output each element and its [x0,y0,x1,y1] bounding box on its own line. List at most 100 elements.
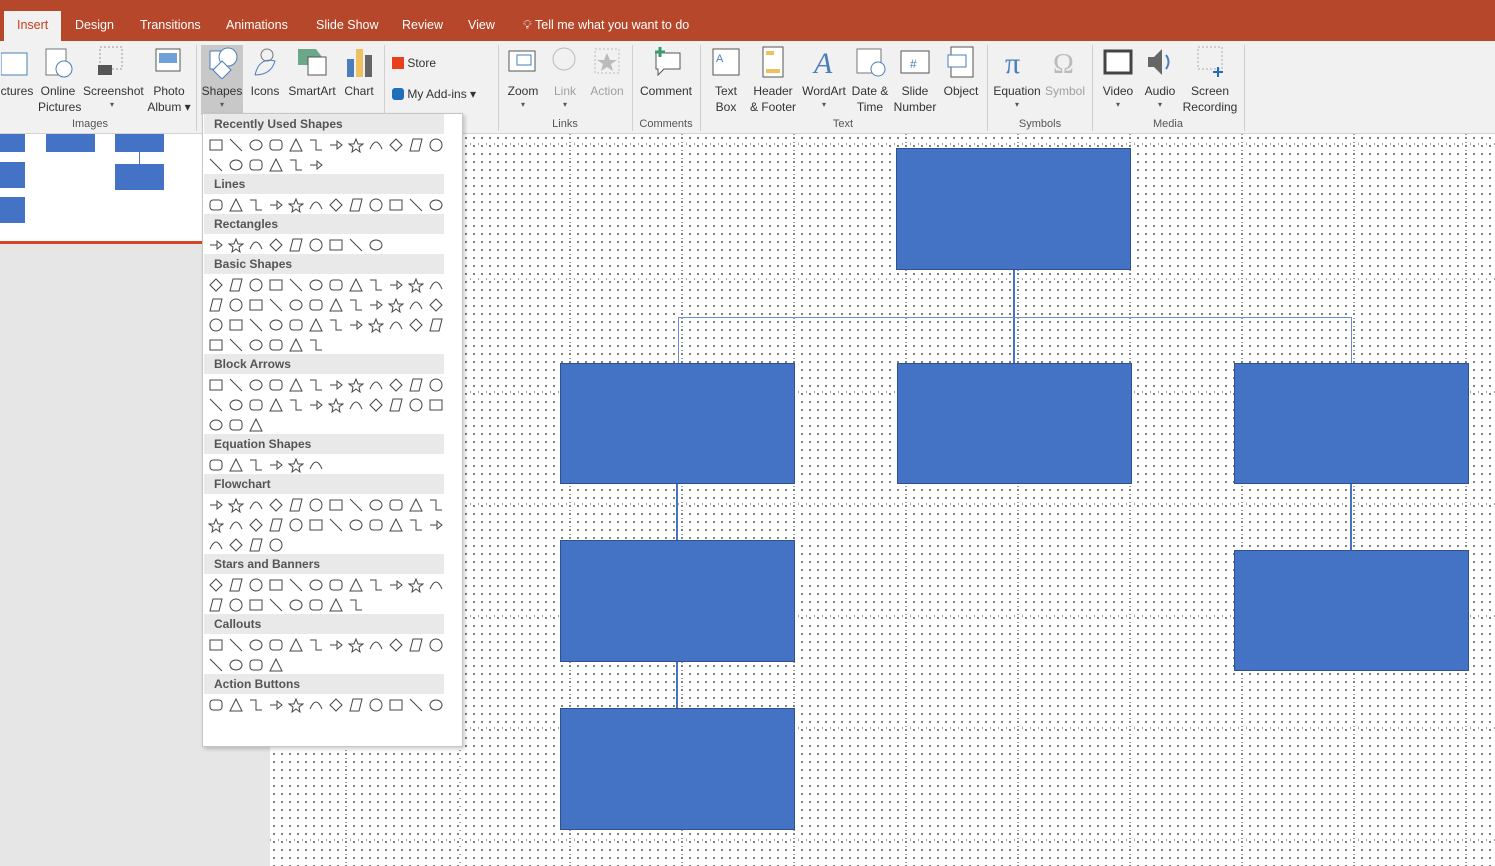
shape-icon[interactable] [366,375,386,395]
audio-button[interactable]: Audio ▾ [1140,45,1180,111]
shape-icon[interactable] [406,495,426,515]
shape-icon[interactable] [206,535,226,555]
shape-icon[interactable] [226,455,246,475]
shape-icon[interactable] [366,295,386,315]
shape-icon[interactable] [246,315,266,335]
shape-icon[interactable] [226,135,246,155]
shape-icon[interactable] [286,495,306,515]
action-button[interactable]: Action [587,45,627,99]
shape-icon[interactable] [246,595,266,615]
shape-icon[interactable] [286,275,306,295]
tab-review[interactable]: Review [389,11,456,41]
shape-icon[interactable] [386,395,406,415]
shape-icon[interactable] [346,695,366,715]
shape-icon[interactable] [246,155,266,175]
shape-icon[interactable] [346,235,366,255]
shape-icon[interactable] [306,275,326,295]
shape-icon[interactable] [266,515,286,535]
shape-icon[interactable] [246,195,266,215]
shape-icon[interactable] [206,455,226,475]
shape-icon[interactable] [266,275,286,295]
shape-icon[interactable] [206,295,226,315]
video-button[interactable]: Video ▾ [1098,45,1138,111]
tab-design[interactable]: Design [62,11,127,41]
connector-line[interactable] [676,662,678,708]
shape-icon[interactable] [206,155,226,175]
shape-icon[interactable] [306,235,326,255]
tab-animations[interactable]: Animations [213,11,301,41]
shape-icon[interactable] [386,635,406,655]
shape-icon[interactable] [426,375,446,395]
shape-icon[interactable] [326,315,346,335]
shape-icon[interactable] [226,275,246,295]
shape-icon[interactable] [386,695,406,715]
org-box-right[interactable] [1234,363,1469,484]
shape-icon[interactable] [286,575,306,595]
shape-icon[interactable] [366,695,386,715]
shape-icon[interactable] [306,375,326,395]
shape-icon[interactable] [286,335,306,355]
icons-button[interactable]: Icons [248,45,282,99]
shape-icon[interactable] [386,295,406,315]
shape-icon[interactable] [286,635,306,655]
shape-icon[interactable] [246,235,266,255]
shape-icon[interactable] [426,515,446,535]
chart-button[interactable]: Chart [342,45,376,99]
shape-icon[interactable] [306,135,326,155]
tab-insert[interactable]: Insert [4,11,62,41]
shape-icon[interactable] [226,155,246,175]
shape-icon[interactable] [406,375,426,395]
shape-icon[interactable] [226,395,246,415]
shape-icon[interactable] [326,635,346,655]
shape-icon[interactable] [226,335,246,355]
shape-icon[interactable] [226,535,246,555]
shape-icon[interactable] [286,395,306,415]
shape-icon[interactable] [406,295,426,315]
shape-icon[interactable] [326,375,346,395]
shape-icon[interactable] [226,635,246,655]
shape-icon[interactable] [306,395,326,415]
shape-icon[interactable] [246,415,266,435]
shape-icon[interactable] [326,275,346,295]
my-addins-button[interactable]: My Add-ins ▾ [392,86,476,102]
shape-icon[interactable] [426,135,446,155]
shape-icon[interactable] [226,315,246,335]
shape-icon[interactable] [306,635,326,655]
link-button[interactable]: Link ▾ [548,45,582,111]
shape-icon[interactable] [306,155,326,175]
shape-icon[interactable] [406,315,426,335]
shape-icon[interactable] [226,295,246,315]
shape-icon[interactable] [386,515,406,535]
shape-icon[interactable] [226,575,246,595]
shape-icon[interactable] [226,495,246,515]
shape-icon[interactable] [366,635,386,655]
shape-icon[interactable] [246,515,266,535]
shape-icon[interactable] [306,315,326,335]
shape-icon[interactable] [266,315,286,335]
shape-icon[interactable] [286,695,306,715]
shape-icon[interactable] [326,595,346,615]
shape-icon[interactable] [326,135,346,155]
shape-icon[interactable] [306,195,326,215]
date-time-button[interactable]: Date & Time [850,45,890,115]
shape-icon[interactable] [206,595,226,615]
org-box-left-grandchild[interactable] [560,708,795,830]
shape-icon[interactable] [366,515,386,535]
shape-icon[interactable] [426,495,446,515]
shape-icon[interactable] [206,575,226,595]
shape-icon[interactable] [226,415,246,435]
connector-line[interactable] [1351,317,1352,363]
shape-icon[interactable] [226,655,246,675]
shape-icon[interactable] [206,515,226,535]
slide-thumbnail[interactable] [0,134,202,244]
shape-icon[interactable] [246,455,266,475]
shape-icon[interactable] [206,315,226,335]
shape-icon[interactable] [346,375,366,395]
header-footer-button[interactable]: Header & Footer [748,45,798,115]
comment-button[interactable]: Comment [636,45,696,99]
shape-icon[interactable] [226,515,246,535]
shape-icon[interactable] [246,695,266,715]
tab-view[interactable]: View [455,11,508,41]
shape-icon[interactable] [386,375,406,395]
shape-icon[interactable] [406,275,426,295]
